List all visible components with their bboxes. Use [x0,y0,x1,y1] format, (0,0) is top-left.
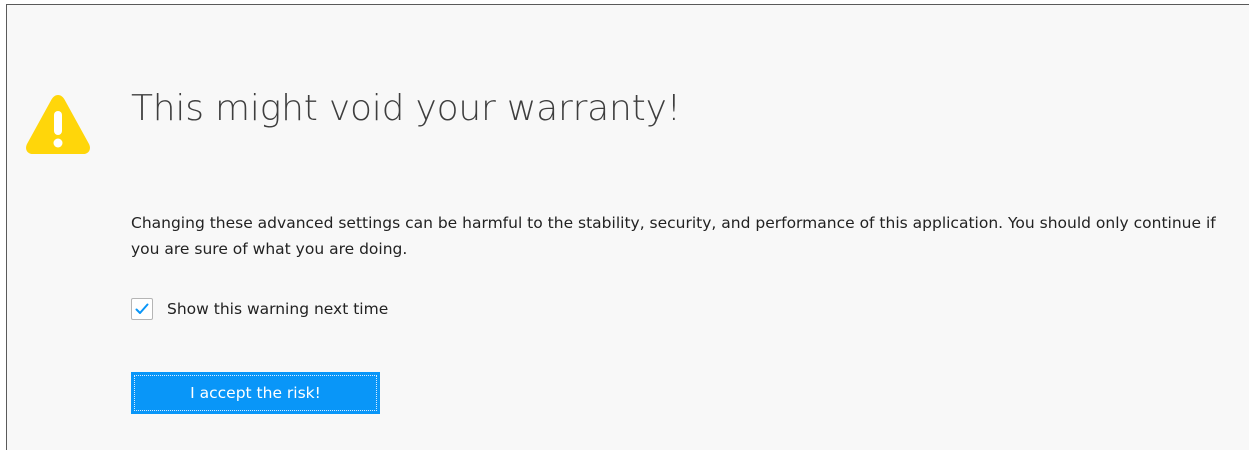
page-title: This might void your warranty! [131,88,681,129]
warning-description: Changing these advanced settings can be … [131,214,1216,258]
accept-risk-button[interactable]: I accept the risk! [131,372,380,414]
show-warning-checkbox[interactable] [131,298,153,320]
checkmark-icon [135,303,149,314]
show-warning-label: Show this warning next time [167,300,389,318]
warning-page: This might void your warranty! Changing … [6,4,1249,450]
warning-triangle-icon [23,89,93,159]
show-warning-checkbox-row[interactable]: Show this warning next time [131,298,388,320]
